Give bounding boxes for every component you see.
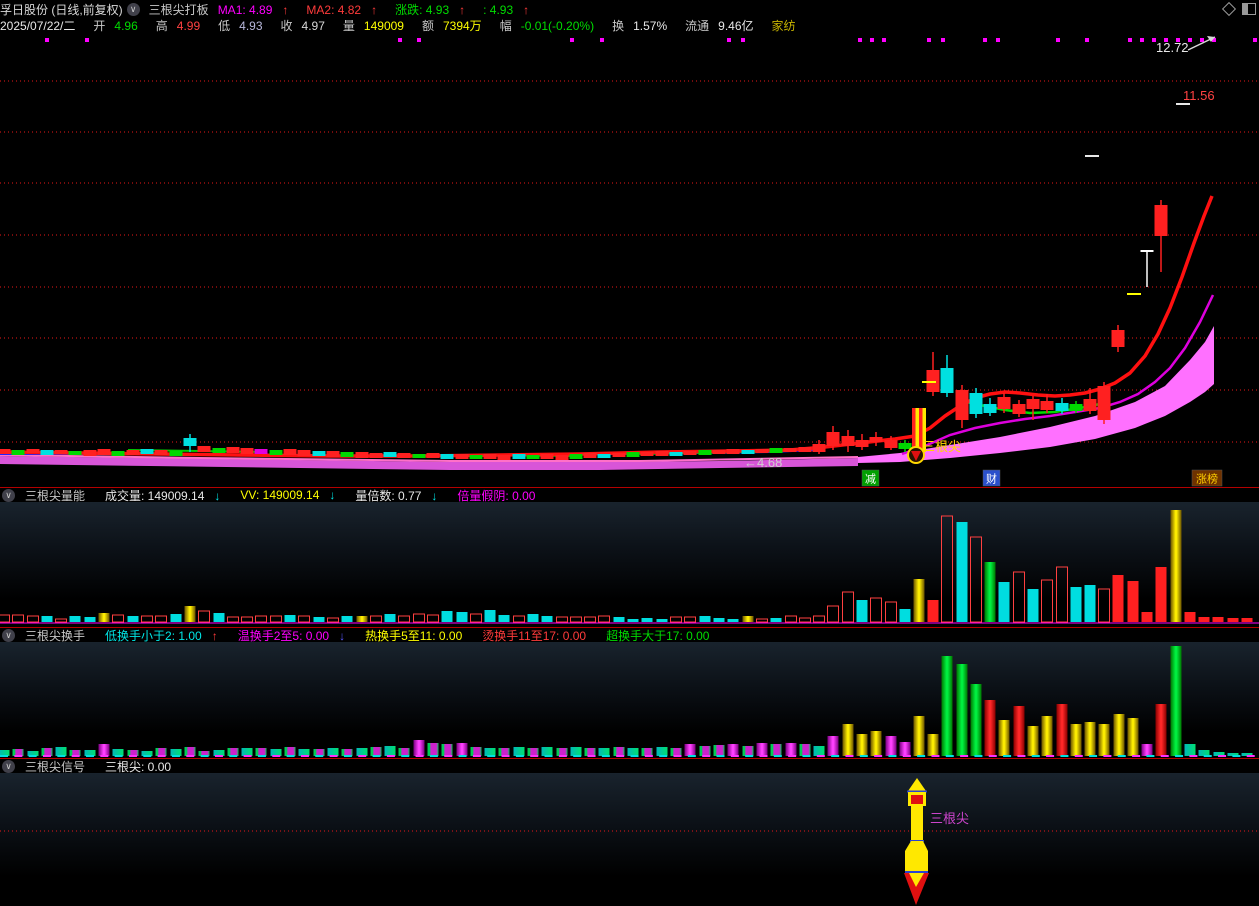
trend-arrow-icon: ↓ [339,629,345,643]
panel-title-volume: 三根尖量能 [25,487,95,504]
main-candlestick-chart[interactable]: 12.72 11.56 ←4.68 三根尖减 财 涨榜 [0,33,1259,487]
marker-badge-减[interactable]: 减 [862,470,879,486]
indicator-readout: 热换手5至11: 0.00 [365,627,472,644]
turnover-bars [0,646,1253,756]
trend-arrow-icon: ↓ [329,488,335,502]
indicator-readout: 量倍数: 0.77↓ [355,487,447,504]
panel-title-turnover: 三根尖换手 [25,627,95,644]
magenta-dot-row [45,38,1257,42]
indicator-readout: 低换手小于2: 1.00↑ [105,627,228,644]
trend-arrow-icon: ↓ [431,489,437,503]
rocket-signal-icon [904,778,929,905]
chevron-down-icon[interactable]: ∨ [2,629,15,642]
svg-text:财: 财 [986,472,997,486]
trend-arrow-icon: ↓ [214,489,220,503]
indicator-title: 三根尖打板 [149,1,209,18]
panel-separator [0,487,1259,488]
tdx-app: 孚日股份 (日线,前复权) ∨ 三根尖打板 MA1: 4.89↑ MA2: 4.8… [0,0,1259,906]
trend-arrow-icon: ↑ [212,629,218,643]
turnover-zero-dashes [0,755,1255,757]
chevron-down-icon[interactable]: ∨ [2,489,15,502]
volume-panel-header: ∨ 三根尖量能成交量: 149009.14↓ VV: 149009.14↓ 量倍数: … [0,488,555,502]
marker-badge-财[interactable]: 财 [983,470,1000,486]
indicator-readout: 温换手2至5: 0.00↓ [238,627,355,644]
indicator-readout: 烫换手11至17: 0.00 [482,627,596,644]
quote-field: 低4.93 [218,17,271,34]
trend-arrow-icon: ↑ [282,3,288,17]
quote-field: 2025/07/22/二 [0,17,84,34]
marker-badge-涨榜[interactable]: 涨榜 [1192,470,1222,486]
svg-text:减: 减 [865,473,876,486]
header-readout: : 4.93↑ [483,3,538,17]
volume-bars [0,510,1253,622]
quote-field: 额7394万 [422,17,491,34]
panel-toggle-icon[interactable] [1242,3,1256,15]
candles [0,200,1168,460]
svg-text:涨榜: 涨榜 [1196,472,1218,486]
price-dash-marks [922,104,1190,382]
header-readout: MA1: 4.89↑ [218,3,298,17]
indicator-readout: 三根尖: 0.00 [105,758,181,775]
quote-field: 高4.99 [156,17,209,34]
header-readout: 涨跌: 4.93↑ [395,3,474,17]
rocket-signal-label: 三根尖 [930,811,969,826]
signal-panel-chart[interactable]: 三根尖 [0,773,1259,906]
quote-field: 换1.57% [612,17,676,34]
signal-panel-header: ∨ 三根尖信号三根尖: 0.00 [0,759,191,773]
signal-label-main: 三根尖 [922,439,961,454]
stock-title: 孚日股份 (日线,前复权) [0,1,123,18]
price-red-label: 11.56 [1183,88,1215,103]
turnover-panel-header: ∨ 三根尖换手低换手小于2: 1.00↑ 温换手2至5: 0.00↓ 热换手5至11:… [0,628,729,642]
trend-arrow-icon: ↑ [459,3,465,17]
trend-arrow-icon: ↑ [523,3,529,17]
volume-bar-chart[interactable] [0,502,1259,627]
quote-field: 开4.96 [93,17,146,34]
window-icons [1224,3,1256,15]
indicator-readout: VV: 149009.14↓ [240,488,345,502]
price-low-label: ←4.68 [744,455,782,470]
header-readout: MA2: 4.82↑ [306,3,386,17]
quote-field: 幅-0.01(-0.20%) [500,17,603,34]
price-high-label: 12.72 [1156,40,1189,55]
info-bar-2: 2025/07/22/二开4.96 高4.99 低4.93 收4.97 量149009 额… [0,17,1259,33]
turnover-bar-chart[interactable] [0,642,1259,758]
grid-lines [0,81,1259,442]
panel-separator [0,758,1259,759]
diamond-icon[interactable] [1222,2,1236,16]
indicator-readout: 超换手大于17: 0.00 [606,627,719,644]
chevron-down-icon[interactable]: ∨ [2,760,15,773]
quote-field: 流通9.46亿 [685,17,762,34]
indicator-readout: 成交量: 149009.14↓ [105,487,230,504]
trend-arrow-icon: ↑ [371,3,377,17]
pink-ma-band [0,326,1214,470]
panel-separator [0,627,1259,628]
indicator-readout: 倍量假阴: 0.00 [457,487,545,504]
ma-readouts: MA1: 4.89↑ MA2: 4.82↑ 涨跌: 4.93↑ : 4.93↑ [218,1,547,18]
quote-field: 收4.97 [281,17,334,34]
ma-lines [0,196,1213,456]
info-bar-1: 孚日股份 (日线,前复权) ∨ 三根尖打板 MA1: 4.89↑ MA2: 4.8… [0,1,1259,17]
quote-field: 量149009 [343,17,413,34]
quote-field[interactable]: 家纺 [772,17,805,34]
panel-title-signal: 三根尖信号 [25,758,95,775]
chevron-down-icon[interactable]: ∨ [127,3,140,16]
